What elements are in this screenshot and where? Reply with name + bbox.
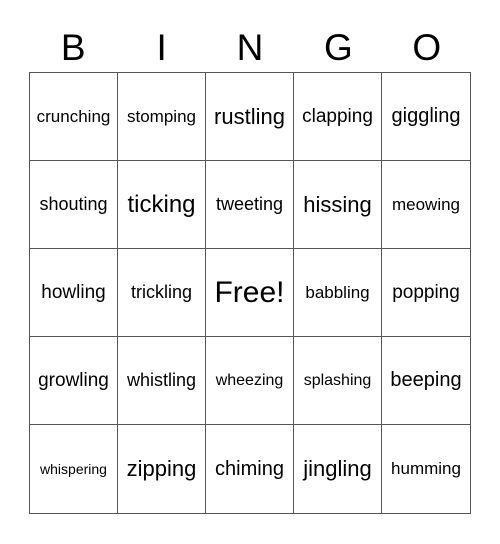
header-letter-n: N	[236, 27, 264, 68]
bingo-cell: shouting	[30, 161, 118, 249]
header-letter-b: B	[60, 27, 86, 68]
bingo-cell: hissing	[294, 161, 382, 249]
bingo-cell: ticking	[118, 161, 206, 249]
bingo-cell: zipping	[118, 425, 206, 513]
bingo-grid: crunching stomping rustling clapping gig…	[29, 72, 471, 514]
bingo-cell: whispering	[30, 425, 118, 513]
free-space-cell: Free!	[206, 249, 294, 337]
bingo-cell: meowing	[382, 161, 470, 249]
bingo-cell: wheezing	[206, 337, 294, 425]
bingo-cell: jingling	[294, 425, 382, 513]
bingo-cell: popping	[382, 249, 470, 337]
bingo-cell: trickling	[118, 249, 206, 337]
bingo-cell: babbling	[294, 249, 382, 337]
bingo-cell: humming	[391, 459, 461, 478]
bingo-cell: growling	[30, 337, 118, 425]
header-letter-o: O	[412, 27, 442, 68]
bingo-cell: beeping	[382, 337, 470, 425]
bingo-cell: splashing	[294, 337, 382, 425]
bingo-cell: giggling	[382, 73, 470, 161]
bingo-cell: crunching	[30, 73, 118, 161]
bingo-cell: tweeting	[206, 161, 294, 249]
header-letter-i: I	[156, 27, 167, 68]
bingo-cell: whistling	[118, 337, 206, 425]
bingo-cell: stomping	[118, 73, 206, 161]
bingo-cell: chiming	[206, 425, 294, 513]
bingo-cell: rustling	[206, 73, 294, 161]
bingo-header: B I N G O	[29, 24, 471, 72]
bingo-cell: clapping	[294, 73, 382, 161]
bingo-cell: howling	[30, 249, 118, 337]
header-letter-g: G	[323, 27, 353, 68]
